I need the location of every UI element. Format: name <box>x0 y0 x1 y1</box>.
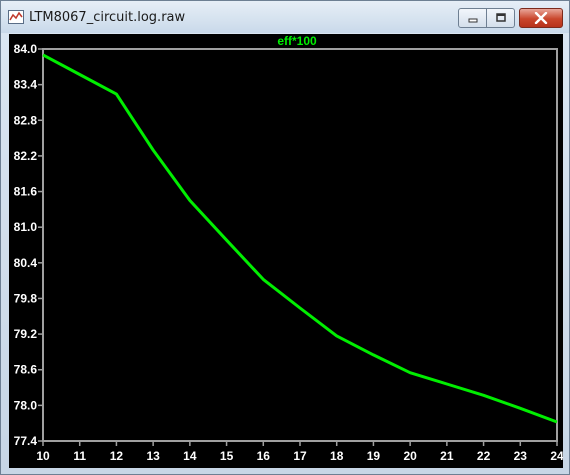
y-tick-label: 82.2 <box>14 149 38 163</box>
x-tick-label: 24 <box>550 449 563 463</box>
trace-title[interactable]: eff*100 <box>277 34 317 48</box>
window-title: LTM8067_circuit.log.raw <box>29 10 186 25</box>
x-tick-label: 22 <box>477 449 491 463</box>
maximize-button[interactable] <box>487 8 515 28</box>
x-tick-label: 15 <box>220 449 234 463</box>
y-axis: 84.0 83.4 82.8 82.2 81.6 81.0 80.4 79.8 79.2 78.6… <box>14 42 43 448</box>
y-tick-label: 84.0 <box>14 42 38 56</box>
y-tick-label: 81.6 <box>14 185 38 199</box>
y-tick-label: 79.2 <box>14 327 38 341</box>
x-tick-label: 19 <box>367 449 381 463</box>
y-tick-label: 79.8 <box>14 291 38 305</box>
x-tick-label: 11 <box>73 449 86 463</box>
y-tick-label: 82.8 <box>14 113 38 127</box>
minimize-icon <box>468 18 477 23</box>
x-tick-label: 10 <box>36 449 50 463</box>
x-tick-label: 23 <box>514 449 528 463</box>
close-icon <box>534 12 548 24</box>
x-tick-label: 12 <box>110 449 124 463</box>
x-tick-label: 21 <box>440 449 454 463</box>
y-tick-label: 77.4 <box>14 434 38 448</box>
x-tick-label: 20 <box>403 449 417 463</box>
plot-pane[interactable]: eff*100 84.0 83.4 82.8 82.2 81.6 81.0 80.4 79.8… <box>9 34 563 468</box>
x-tick-label: 16 <box>257 449 271 463</box>
y-tick-label: 83.4 <box>14 78 38 92</box>
x-tick-label: 17 <box>293 449 307 463</box>
waveform-app-icon <box>8 10 24 24</box>
plot-window: LTM8067_circuit.log.raw eff*100 84.0 83.4… <box>0 0 570 475</box>
y-tick-label: 80.4 <box>14 256 38 270</box>
x-tick-label: 18 <box>330 449 344 463</box>
trace-line[interactable] <box>42 53 558 424</box>
maximize-icon <box>495 13 506 22</box>
x-tick-label: 14 <box>183 449 197 463</box>
y-tick-label: 78.6 <box>14 363 38 377</box>
title-bar[interactable]: LTM8067_circuit.log.raw <box>1 1 569 33</box>
y-tick-label: 78.0 <box>14 398 38 412</box>
close-button[interactable] <box>519 8 563 28</box>
x-tick-label: 13 <box>146 449 160 463</box>
x-axis: 10 11 12 13 14 15 16 17 18 19 20 21 22 23 24 <box>36 441 563 463</box>
waveform-plot[interactable]: eff*100 84.0 83.4 82.8 82.2 81.6 81.0 80.4 79.8… <box>9 34 563 468</box>
plot-frame <box>42 48 558 442</box>
y-tick-label: 81.0 <box>14 220 38 234</box>
minimize-button[interactable] <box>458 8 487 28</box>
